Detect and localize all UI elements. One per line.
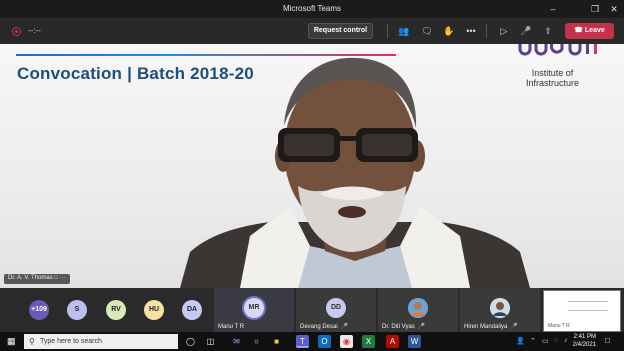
participant-avatar: MR xyxy=(244,298,264,318)
taskbar-clock[interactable]: 2:41 PM 2/4/2021 xyxy=(570,333,596,349)
show-hidden-icons[interactable]: ⌃ xyxy=(530,337,536,345)
more-icon[interactable]: ••• xyxy=(464,24,478,38)
notifications-icon[interactable]: □ xyxy=(605,336,615,346)
participant-avatar[interactable]: HU xyxy=(144,300,164,320)
participant-photo xyxy=(490,298,510,318)
participant-name-row: Hiren Mandaliya 🎤 xyxy=(464,323,518,330)
participants-strip: +109 S RV HU DA MR Manu T R DD Devang De… xyxy=(0,288,624,332)
presenter-name: Dr. A. V. Thomas xyxy=(8,275,53,281)
meeting-toolbar: --:-- Request control 👥 🗨 ✋ ••• ▷ 🎤 ⇧ ☎ … xyxy=(0,18,624,44)
meeting-timer: --:-- xyxy=(28,26,41,35)
minimize-icon[interactable]: – xyxy=(543,0,563,18)
mic-off-icon: 🎤 xyxy=(510,324,518,330)
participant-name-row: Devang Desai 🎤 xyxy=(300,323,348,330)
institute-name: Institute of Infrastructure xyxy=(526,68,579,88)
file-explorer-icon[interactable]: ■ xyxy=(270,335,283,348)
video-stage: Convocation | Batch 2018-20 Institute of… xyxy=(0,44,624,288)
mic-off-icon: 🎤 xyxy=(340,324,349,330)
mic-off-icon[interactable]: 🎤 xyxy=(519,24,533,38)
mic-off-icon: 🎤 xyxy=(417,324,426,330)
participant-tile[interactable]: Dr. Diti Vyas 🎤 xyxy=(378,288,458,332)
shared-slide-preview xyxy=(568,301,608,311)
institute-logo xyxy=(518,44,602,56)
participant-name: Devang Desai xyxy=(300,324,338,330)
presenter-video xyxy=(180,57,530,288)
toolbar-divider xyxy=(387,24,388,38)
clock-time: 2:41 PM xyxy=(573,334,596,340)
share-icon[interactable]: ⇧ xyxy=(541,24,555,38)
participant-photo xyxy=(408,298,428,318)
wifi-icon[interactable]: ◌ xyxy=(554,337,558,344)
word-icon[interactable]: W xyxy=(408,335,421,348)
presenter-more-button[interactable]: ··· xyxy=(60,275,66,281)
participant-avatar[interactable]: S xyxy=(67,300,87,320)
participant-name: Manu T R xyxy=(218,324,245,330)
task-view-icon[interactable]: ◫ xyxy=(204,335,217,348)
toolbar-divider xyxy=(486,24,487,38)
excel-icon[interactable]: X xyxy=(362,335,375,348)
logo-line-1: Institute of xyxy=(531,68,574,78)
edge-icon[interactable]: e xyxy=(250,335,263,348)
close-icon[interactable]: ✕ xyxy=(604,0,624,18)
participant-avatar: DD xyxy=(326,298,346,318)
outlook-icon[interactable]: O xyxy=(318,335,331,348)
cortana-icon[interactable]: ◯ xyxy=(184,335,197,348)
search-placeholder: Type here to search xyxy=(40,338,102,345)
battery-icon[interactable]: ▭ xyxy=(542,337,549,345)
presenter-name-tag: Dr. A. V. Thomas □ ··· xyxy=(4,274,70,284)
restore-icon[interactable]: ❐ xyxy=(585,0,605,18)
logo-line-2: Infrastructure xyxy=(526,78,580,88)
raise-hand-icon[interactable]: ✋ xyxy=(442,24,456,38)
leave-button[interactable]: ☎ Leave xyxy=(565,23,614,39)
participant-name: Hiren Mandaliya xyxy=(464,324,508,330)
camera-off-icon[interactable]: ▷ xyxy=(497,24,511,38)
taskbar-search-box[interactable]: ⚲ Type here to search xyxy=(24,334,178,349)
people-icon[interactable]: 👥 xyxy=(397,24,411,38)
participant-name-row: Dr. Diti Vyas 🎤 xyxy=(382,323,425,330)
windows-taskbar: ▦ ⚲ Type here to search ◯ ◫ ✉ e ■ T O ◉ … xyxy=(0,332,624,351)
request-control-button[interactable]: Request control xyxy=(308,23,373,39)
participant-name: Dr. Diti Vyas xyxy=(382,324,415,330)
people-tray-icon[interactable]: 👤 xyxy=(516,337,525,345)
acrobat-icon[interactable]: A xyxy=(386,335,399,348)
participant-tile[interactable]: DD Devang Desai 🎤 xyxy=(296,288,376,332)
leave-label: Leave xyxy=(584,27,605,34)
pin-icon: □ xyxy=(54,275,58,281)
share-owner-name: Manu T R xyxy=(548,323,570,329)
teams-icon[interactable]: T xyxy=(296,335,309,348)
recording-icon xyxy=(12,27,21,36)
windows-start-icon[interactable]: ▦ xyxy=(7,337,16,346)
chat-icon[interactable]: 🗨 xyxy=(420,24,434,38)
participant-avatar[interactable]: RV xyxy=(106,300,126,320)
window-title: Microsoft Teams xyxy=(282,4,342,13)
participant-avatar[interactable]: DA xyxy=(182,300,202,320)
overflow-count-badge[interactable]: +109 xyxy=(29,300,49,320)
title-bar: Microsoft Teams – ❐ ✕ xyxy=(0,0,624,18)
volume-icon[interactable]: ♪ xyxy=(564,337,568,344)
chrome-icon[interactable]: ◉ xyxy=(340,335,353,348)
participant-tile[interactable]: MR Manu T R xyxy=(214,288,294,332)
clock-date: 2/4/2021 xyxy=(572,342,596,348)
search-icon: ⚲ xyxy=(29,337,35,346)
screen-share-thumbnail[interactable]: Manu T R xyxy=(543,290,621,332)
mail-icon[interactable]: ✉ xyxy=(230,335,243,348)
participant-tile[interactable]: Hiren Mandaliya 🎤 xyxy=(460,288,540,332)
